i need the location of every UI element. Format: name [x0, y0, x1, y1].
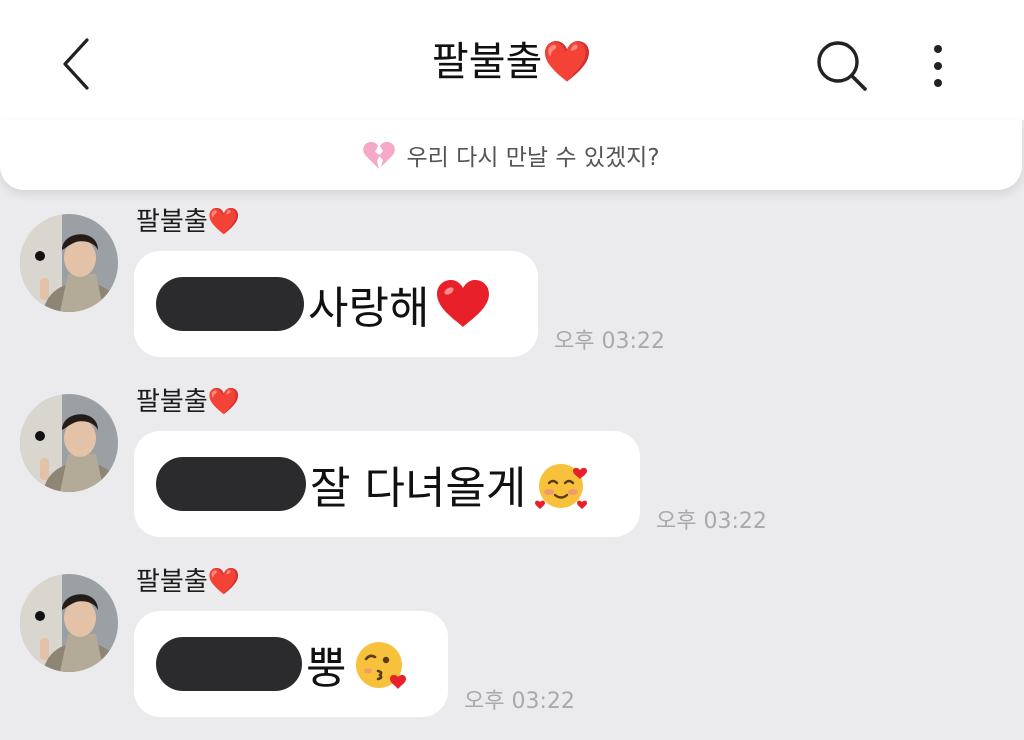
search-button[interactable]	[812, 36, 872, 96]
avatar[interactable]	[20, 214, 118, 312]
profile-photo	[20, 394, 118, 492]
pinned-notice[interactable]: 우리 다시 만날 수 있겠지?	[0, 120, 1022, 190]
message-timestamp: 오후 03:22	[656, 509, 767, 534]
avatar[interactable]	[20, 574, 118, 672]
broken-heart-icon	[363, 141, 396, 169]
message-text: 뿡	[306, 643, 347, 694]
message-bubble[interactable]: 잘 다녀올게	[134, 431, 640, 537]
chat-header: 팔불출❤️	[0, 0, 1024, 121]
avatar[interactable]	[20, 394, 118, 492]
redacted-text	[156, 277, 304, 331]
sender-name: 팔불출❤️	[136, 567, 241, 597]
search-icon	[817, 41, 867, 91]
notice-text: 우리 다시 만날 수 있겠지?	[406, 145, 660, 171]
redacted-text	[156, 637, 302, 691]
sender-name: 팔불출❤️	[136, 207, 241, 237]
more-options-button[interactable]	[912, 36, 964, 96]
message-text: 사랑해	[308, 283, 430, 334]
face-blowing-kiss-emoji	[356, 642, 407, 689]
message-timestamp: 오후 03:22	[464, 689, 575, 714]
message-bubble[interactable]: 뿡	[134, 611, 448, 717]
red-heart-emoji	[437, 280, 490, 327]
profile-photo	[20, 574, 118, 672]
message-timestamp: 오후 03:22	[554, 329, 665, 354]
profile-photo	[20, 214, 118, 312]
message-text: 잘 다녀올게	[310, 463, 527, 514]
sender-name: 팔불출❤️	[136, 387, 241, 417]
redacted-text	[156, 457, 306, 511]
smiling-face-with-hearts-emoji	[535, 464, 588, 509]
message-bubble[interactable]: 사랑해	[134, 251, 538, 357]
more-vertical-icon	[934, 45, 942, 87]
